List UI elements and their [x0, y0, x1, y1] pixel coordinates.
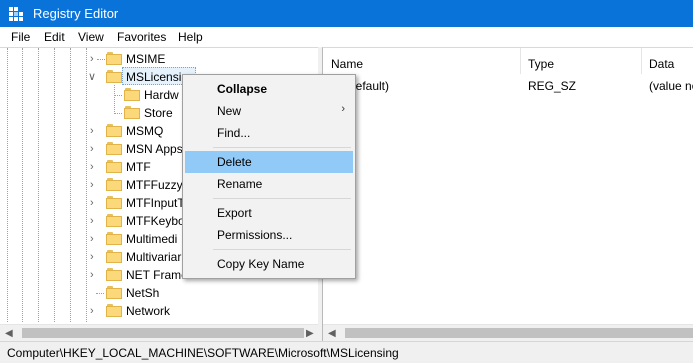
menu-separator [213, 147, 351, 148]
menu-help[interactable]: Help [178, 30, 203, 44]
menu-item-permissions[interactable]: Permissions... [185, 224, 353, 246]
title-bar: Registry Editor [0, 0, 693, 27]
tree-item-network[interactable]: › Network [0, 302, 318, 320]
folder-icon [106, 232, 122, 245]
tree-item-netsh[interactable]: NetSh [0, 284, 318, 302]
folder-icon [106, 304, 122, 317]
tree-item-msime[interactable]: › MSIME [0, 50, 318, 68]
scroll-left-icon[interactable]: ◀ [328, 328, 336, 339]
menu-file[interactable]: File [11, 30, 30, 44]
expand-chevron-icon[interactable]: › [90, 251, 100, 263]
scrollbar-thumb[interactable] [345, 328, 693, 338]
menu-item-find[interactable]: Find... [185, 122, 353, 144]
value-data: (value no [649, 79, 693, 93]
folder-icon [106, 250, 122, 263]
value-type: REG_SZ [528, 79, 577, 93]
menu-item-collapse[interactable]: Collapse [185, 78, 353, 100]
folder-icon [106, 196, 122, 209]
menu-item-delete[interactable]: Delete [185, 151, 353, 173]
expand-chevron-icon[interactable]: › [90, 233, 100, 245]
scroll-right-icon[interactable]: ▶ [306, 328, 314, 339]
menu-separator [213, 198, 351, 199]
folder-icon [106, 286, 122, 299]
menu-edit[interactable]: Edit [44, 30, 65, 44]
values-list[interactable]: Name Type Data (Default) REG_SZ (value n… [322, 47, 693, 342]
folder-icon [124, 88, 140, 101]
folder-icon [106, 268, 122, 281]
folder-icon [106, 214, 122, 227]
expand-chevron-icon[interactable]: › [90, 305, 100, 317]
expand-chevron-icon[interactable]: › [90, 179, 100, 191]
window-title: Registry Editor [33, 6, 119, 21]
menu-view[interactable]: View [78, 30, 104, 44]
folder-icon [106, 142, 122, 155]
menu-bar: File Edit View Favorites Help [0, 27, 693, 47]
folder-icon [106, 52, 122, 65]
expand-chevron-icon[interactable]: › [90, 125, 100, 137]
list-horizontal-scrollbar[interactable]: ◀ [323, 324, 693, 342]
registry-editor-icon [9, 7, 23, 21]
menu-item-rename[interactable]: Rename [185, 173, 353, 195]
folder-icon [106, 124, 122, 137]
scroll-left-icon[interactable]: ◀ [5, 328, 13, 339]
expand-chevron-icon[interactable]: › [90, 269, 100, 281]
expand-chevron-icon[interactable]: › [90, 215, 100, 227]
folder-icon [106, 70, 122, 83]
folder-icon [124, 106, 140, 119]
folder-icon [106, 160, 122, 173]
folder-icon [106, 178, 122, 191]
submenu-arrow-icon: › [341, 103, 345, 115]
menu-item-export[interactable]: Export [185, 202, 353, 224]
collapse-chevron-icon[interactable]: ∨ [88, 71, 98, 83]
context-menu: Collapse New › Find... Delete Rename Exp… [182, 74, 356, 279]
value-row[interactable]: (Default) REG_SZ (value no [323, 48, 693, 98]
expand-chevron-icon[interactable]: › [90, 197, 100, 209]
current-key-path: Computer\HKEY_LOCAL_MACHINE\SOFTWARE\Mic… [7, 346, 399, 360]
expand-chevron-icon[interactable]: › [90, 143, 100, 155]
scrollbar-thumb[interactable] [22, 328, 304, 338]
menu-item-copy-key-name[interactable]: Copy Key Name [185, 253, 353, 275]
menu-item-new[interactable]: New › [185, 100, 353, 122]
tree-horizontal-scrollbar[interactable]: ◀ ▶ [0, 324, 318, 342]
menu-favorites[interactable]: Favorites [117, 30, 166, 44]
status-bar: Computer\HKEY_LOCAL_MACHINE\SOFTWARE\Mic… [0, 341, 693, 363]
menu-separator [213, 249, 351, 250]
expand-chevron-icon[interactable]: › [90, 161, 100, 173]
